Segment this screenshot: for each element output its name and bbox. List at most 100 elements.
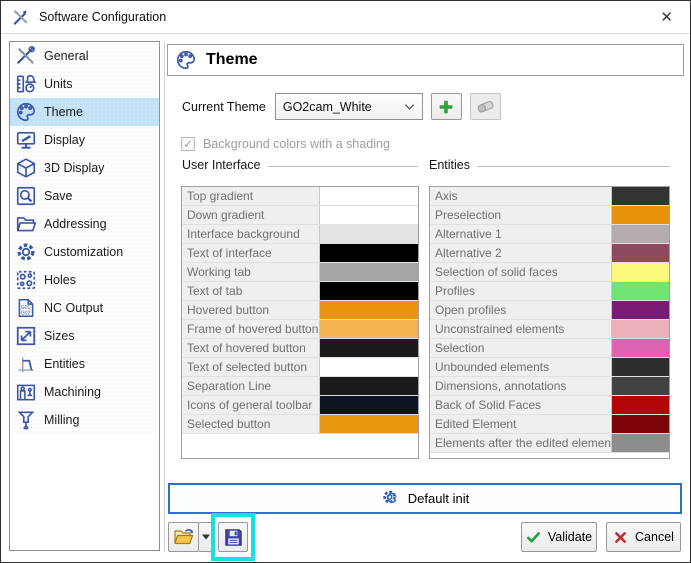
- sidebar-item-general[interactable]: General: [10, 42, 159, 70]
- color-row[interactable]: Alternative 2: [430, 244, 669, 263]
- color-swatch[interactable]: [612, 301, 669, 319]
- sidebar-item-display[interactable]: Display: [10, 126, 159, 154]
- sidebar-item-addressing[interactable]: Addressing: [10, 210, 159, 238]
- add-theme-button[interactable]: [431, 93, 462, 120]
- color-row-label: Hovered button: [182, 301, 320, 319]
- page-title: Theme: [206, 51, 258, 69]
- color-swatch[interactable]: [320, 282, 418, 300]
- cancel-button[interactable]: Cancel: [606, 522, 681, 552]
- color-row-label: Text of tab: [182, 282, 320, 300]
- color-row[interactable]: Top gradient: [182, 187, 418, 206]
- current-theme-label: Current Theme: [182, 100, 266, 114]
- color-swatch[interactable]: [320, 206, 418, 224]
- color-row[interactable]: Text of tab: [182, 282, 418, 301]
- sidebar-item-theme[interactable]: Theme: [10, 98, 159, 126]
- color-swatch[interactable]: [320, 396, 418, 414]
- color-row[interactable]: Axis: [430, 187, 669, 206]
- color-swatch[interactable]: [320, 301, 418, 319]
- sidebar-item-units[interactable]: Units: [10, 70, 159, 98]
- color-row[interactable]: Separation Line: [182, 377, 418, 396]
- color-row[interactable]: Selection: [430, 339, 669, 358]
- cancel-label: Cancel: [635, 530, 674, 544]
- delete-theme-button[interactable]: [470, 93, 501, 120]
- color-swatch[interactable]: [320, 244, 418, 262]
- sidebar-item-machining[interactable]: Machining: [10, 378, 159, 406]
- color-row[interactable]: Text of interface: [182, 244, 418, 263]
- color-row[interactable]: Hovered button: [182, 301, 418, 320]
- color-row[interactable]: Edited Element: [430, 415, 669, 434]
- close-icon[interactable]: ✕: [655, 8, 678, 27]
- color-row[interactable]: Dimensions, annotations: [430, 377, 669, 396]
- color-row-label: Down gradient: [182, 206, 320, 224]
- color-swatch[interactable]: [320, 225, 418, 243]
- color-swatch[interactable]: [612, 263, 669, 281]
- color-row[interactable]: Back of Solid Faces: [430, 396, 669, 415]
- color-row[interactable]: Profiles: [430, 282, 669, 301]
- sidebar-item-save[interactable]: Save: [10, 182, 159, 210]
- nc-output-icon: G01G02: [15, 297, 37, 319]
- validate-button[interactable]: Validate: [521, 522, 597, 552]
- color-swatch[interactable]: [612, 282, 669, 300]
- color-row[interactable]: Open profiles: [430, 301, 669, 320]
- color-swatch[interactable]: [612, 358, 669, 376]
- color-swatch[interactable]: [612, 339, 669, 357]
- gear-icon: [15, 241, 37, 263]
- color-row[interactable]: Selected button: [182, 415, 418, 434]
- checkmark-icon: ✓: [183, 138, 193, 150]
- color-swatch[interactable]: [612, 225, 669, 243]
- color-swatch[interactable]: [320, 415, 418, 433]
- color-row[interactable]: Elements after the edited element: [430, 434, 669, 453]
- current-theme-select[interactable]: GO2cam_White: [275, 93, 423, 120]
- shading-option-row: ✓ Background colors with a shading: [181, 137, 390, 151]
- sidebar-item-customization[interactable]: Customization: [10, 238, 159, 266]
- color-row[interactable]: Interface background: [182, 225, 418, 244]
- color-row[interactable]: Selection of solid faces: [430, 263, 669, 282]
- color-swatch[interactable]: [320, 358, 418, 376]
- color-row-label: Profiles: [430, 282, 612, 300]
- color-row-label: Interface background: [182, 225, 320, 243]
- save-theme-button[interactable]: [218, 522, 248, 552]
- color-row[interactable]: Frame of hovered button: [182, 320, 418, 339]
- color-swatch[interactable]: [320, 377, 418, 395]
- sidebar-item-milling[interactable]: Milling: [10, 406, 159, 434]
- color-row[interactable]: Working tab: [182, 263, 418, 282]
- entities-color-list: AxisPreselectionAlternative 1Alternative…: [429, 186, 670, 459]
- color-swatch[interactable]: [612, 320, 669, 338]
- shading-checkbox-label: Background colors with a shading: [203, 137, 390, 151]
- color-row[interactable]: Icons of general toolbar: [182, 396, 418, 415]
- color-swatch[interactable]: [612, 377, 669, 395]
- sidebar-item-sizes[interactable]: Sizes: [10, 322, 159, 350]
- color-swatch[interactable]: [612, 396, 669, 414]
- color-swatch[interactable]: [320, 339, 418, 357]
- color-swatch[interactable]: [320, 187, 418, 205]
- color-row-label: Alternative 1: [430, 225, 612, 243]
- sidebar-item-3d-display[interactable]: 3D Display: [10, 154, 159, 182]
- color-row-label: Frame of hovered button: [182, 320, 320, 338]
- save-search-icon: [15, 185, 37, 207]
- sidebar-item-label: Display: [44, 133, 85, 147]
- color-swatch[interactable]: [320, 263, 418, 281]
- sidebar-item-entities[interactable]: Entities: [10, 350, 159, 378]
- floppy-disk-icon: [223, 527, 244, 548]
- color-row[interactable]: Unconstrained elements: [430, 320, 669, 339]
- color-row[interactable]: Preselection: [430, 206, 669, 225]
- open-theme-button[interactable]: [168, 522, 199, 552]
- color-row[interactable]: Alternative 1: [430, 225, 669, 244]
- color-swatch[interactable]: [612, 415, 669, 433]
- color-swatch[interactable]: [612, 434, 669, 452]
- color-swatch[interactable]: [320, 320, 418, 338]
- color-row[interactable]: Text of hovered button: [182, 339, 418, 358]
- sidebar-item-holes[interactable]: Holes: [10, 266, 159, 294]
- units-icon: [15, 73, 37, 95]
- sidebar-item-nc-output[interactable]: G01G02NC Output: [10, 294, 159, 322]
- color-row[interactable]: Unbounded elements: [430, 358, 669, 377]
- default-init-button[interactable]: Default init: [168, 483, 682, 514]
- color-row[interactable]: Down gradient: [182, 206, 418, 225]
- sidebar-item-label: Customization: [44, 245, 123, 259]
- color-swatch[interactable]: [612, 206, 669, 224]
- color-row-label: Selected button: [182, 415, 320, 433]
- color-row[interactable]: Text of selected button: [182, 358, 418, 377]
- color-swatch[interactable]: [612, 187, 669, 205]
- color-swatch[interactable]: [612, 244, 669, 262]
- shading-checkbox[interactable]: ✓: [181, 137, 195, 151]
